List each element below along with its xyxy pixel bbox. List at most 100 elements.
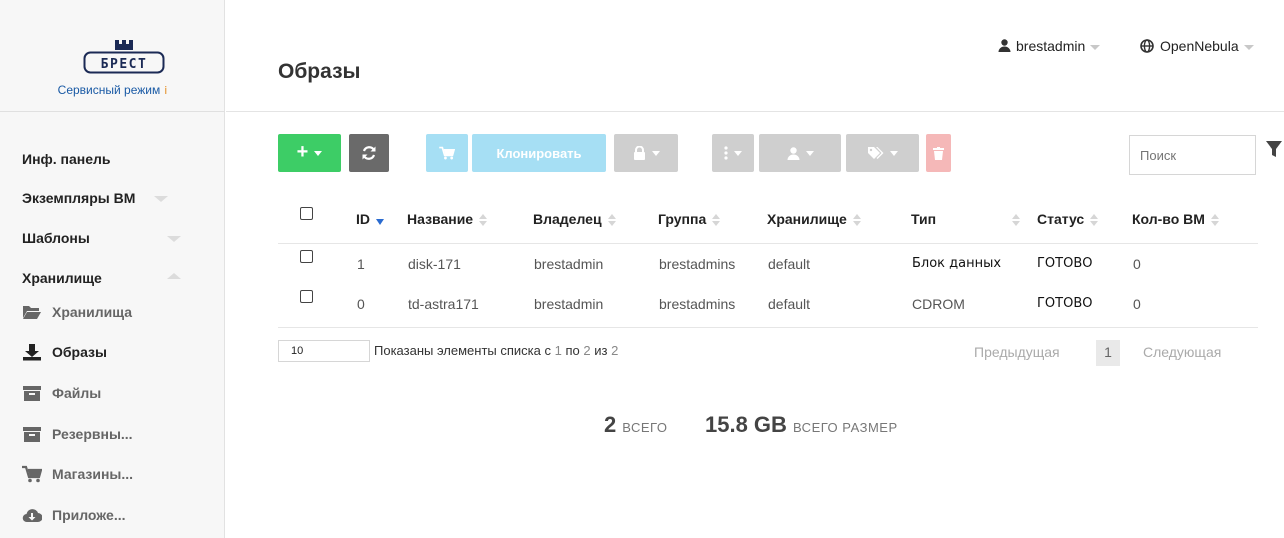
cell-type: Блок данных — [912, 256, 1002, 271]
col-header-owner[interactable]: Владелец — [533, 211, 616, 227]
info-icon[interactable]: i — [164, 84, 167, 97]
col-header-label: Владелец — [533, 211, 602, 227]
cell-group: brestadmins — [659, 296, 736, 312]
lock-icon — [633, 146, 645, 160]
cell-datastore: default — [768, 256, 811, 272]
page-size-select[interactable]: 10 — [278, 340, 370, 362]
info-of-word: из — [594, 343, 608, 358]
col-header-label: Кол-во ВМ — [1132, 211, 1205, 227]
info-to: 2 — [583, 343, 591, 358]
templates-chevron-down-icon[interactable] — [167, 236, 181, 242]
sort-icon — [607, 214, 616, 227]
chevron-down-icon — [734, 150, 742, 156]
col-header-datastore[interactable]: Хранилище — [767, 211, 861, 227]
prev-page-button[interactable]: Предыдущая — [974, 344, 1060, 360]
sidebar-item-label: Образы — [52, 344, 107, 360]
more-vertical-icon — [724, 146, 728, 160]
total-count-value: 2 — [604, 412, 617, 437]
service-mode-label: Сервисный режим — [57, 83, 161, 97]
refresh-button[interactable] — [349, 134, 389, 172]
sort-icon — [1012, 214, 1021, 227]
nav-templates[interactable]: Шаблоны — [22, 230, 90, 246]
more-actions-button[interactable] — [712, 134, 754, 172]
user-name: brestadmin — [1016, 38, 1086, 54]
sidebar: БРЕСТ Сервисный режим i Инф. панель Экзем… — [0, 0, 225, 538]
sidebar-item-apps[interactable]: Приложе... — [22, 507, 126, 523]
delete-button[interactable] — [926, 134, 951, 172]
col-header-label: Тип — [911, 211, 937, 227]
info-total: 2 — [611, 343, 619, 358]
globe-icon — [1140, 39, 1154, 53]
current-page-button[interactable]: 1 — [1096, 340, 1120, 366]
cell-name: disk-171 — [408, 256, 461, 272]
service-mode-link[interactable]: Сервисный режим i — [0, 83, 225, 97]
brest-logo[interactable]: БРЕСТ — [83, 38, 165, 74]
user-icon — [787, 146, 799, 160]
col-header-type[interactable]: Тип — [911, 211, 1021, 227]
sidebar-item-datastores[interactable]: Хранилища — [23, 304, 133, 320]
sort-icon — [852, 214, 861, 227]
col-header-group[interactable]: Группа — [658, 211, 721, 227]
cloud-download-icon — [22, 509, 42, 523]
lock-button[interactable] — [614, 134, 678, 172]
filter-icon[interactable] — [1266, 140, 1282, 158]
create-button[interactable]: + — [278, 134, 341, 172]
nav-dashboard[interactable]: Инф. панель — [22, 151, 111, 167]
cell-datastore: default — [768, 296, 811, 312]
row-checkbox[interactable] — [300, 290, 313, 303]
col-header-label: Статус — [1037, 211, 1085, 227]
logo-area: БРЕСТ Сервисный режим i — [0, 0, 225, 112]
sidebar-item-label: Приложе... — [52, 507, 126, 523]
zone-menu[interactable]: OpenNebula — [1140, 38, 1254, 54]
storage-chevron-up-icon[interactable] — [167, 273, 181, 279]
col-header-label: Название — [407, 211, 474, 227]
sidebar-item-marketplaces[interactable]: Магазины... — [22, 465, 133, 483]
info-prefix: Показаны элементы списка с — [374, 343, 551, 358]
sidebar-item-files[interactable]: Файлы — [23, 385, 102, 401]
sidebar-item-backups[interactable]: Резервны... — [23, 426, 133, 442]
cell-status: ГОТОВО — [1037, 256, 1093, 271]
cell-vms: 0 — [1133, 296, 1141, 312]
logo-text: БРЕСТ — [101, 57, 148, 72]
select-all-checkbox[interactable] — [300, 207, 313, 220]
sidebar-item-label: Резервны... — [52, 426, 133, 442]
total-size: 15.8 GB ВСЕГО РАЗМЕР — [705, 412, 898, 438]
cell-type: CDROM — [912, 296, 965, 312]
archive-icon — [23, 386, 41, 401]
labels-button[interactable] — [846, 134, 919, 172]
cell-owner: brestadmin — [534, 256, 604, 272]
sidebar-item-label: Файлы — [52, 385, 102, 401]
archive-icon — [23, 427, 41, 442]
user-menu[interactable]: brestadmin — [998, 38, 1101, 54]
cell-owner: brestadmin — [534, 296, 604, 312]
total-size-value: 15.8 GB — [705, 412, 787, 437]
marketplace-export-button[interactable] — [426, 134, 468, 172]
cell-id: 0 — [357, 296, 365, 312]
trash-icon — [933, 146, 944, 160]
chevron-down-icon — [314, 150, 323, 156]
vms-chevron-down-icon[interactable] — [154, 196, 168, 202]
total-count: 2 ВСЕГО — [604, 412, 667, 438]
ownership-button[interactable] — [759, 134, 841, 172]
col-header-label: Хранилище — [767, 211, 847, 227]
cell-name: td-astra171 — [408, 296, 479, 312]
user-icon — [998, 39, 1011, 52]
sort-icon — [712, 214, 721, 227]
sidebar-item-images[interactable]: Образы — [23, 344, 107, 361]
nav-storage[interactable]: Хранилище — [22, 270, 102, 286]
row-checkbox[interactable] — [300, 250, 313, 263]
search-input[interactable] — [1129, 135, 1256, 175]
col-header-status[interactable]: Статус — [1037, 211, 1099, 227]
col-header-name[interactable]: Название — [407, 211, 488, 227]
next-page-button[interactable]: Следующая — [1143, 344, 1221, 360]
col-header-id[interactable]: ID — [356, 211, 384, 227]
cell-id: 1 — [357, 256, 365, 272]
nav-vms[interactable]: Экземпляры ВМ — [22, 190, 135, 206]
download-icon — [23, 344, 41, 361]
clone-button[interactable]: Клонировать — [472, 134, 606, 172]
sidebar-item-label: Хранилища — [52, 304, 133, 320]
cell-vms: 0 — [1133, 256, 1141, 272]
folder-open-icon — [23, 306, 41, 319]
col-header-vms[interactable]: Кол-во ВМ — [1132, 211, 1219, 227]
shopping-cart-icon — [22, 465, 42, 483]
